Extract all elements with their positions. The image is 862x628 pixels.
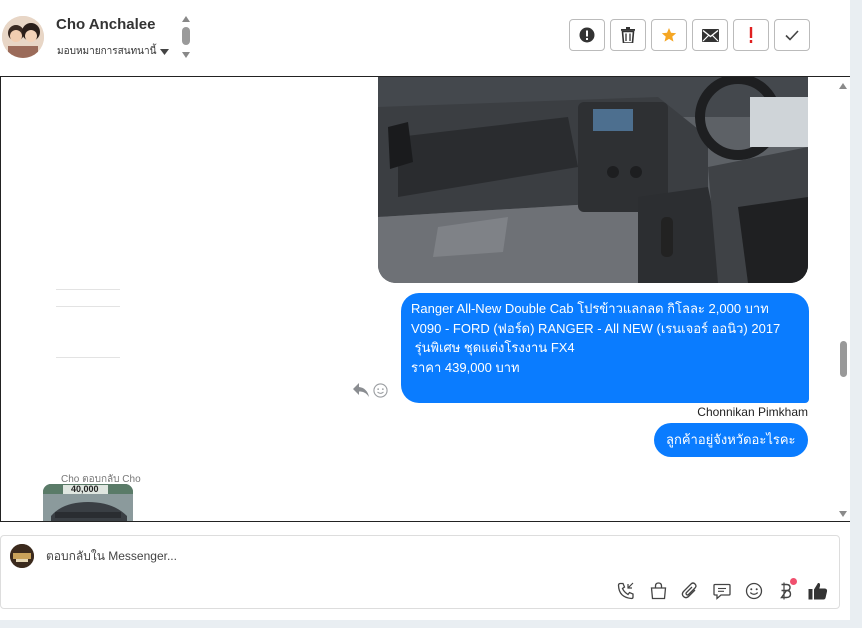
caret-down-icon <box>160 48 170 55</box>
action-toolbar <box>569 19 810 51</box>
sender-name: Chonnikan Pimkham <box>697 405 808 419</box>
contact-avatar[interactable] <box>2 16 44 58</box>
shop-icon <box>650 582 666 600</box>
reply-icon[interactable] <box>353 383 369 397</box>
message-thread[interactable]: Ranger All-New Double Cab โปรข้าวแลกลด ก… <box>0 76 850 522</box>
delete-button[interactable] <box>610 19 646 51</box>
message-line: รุ่นพิเศษ ชุดแต่งโรงงาน FX4 <box>411 340 575 355</box>
outgoing-message-province[interactable]: ลูกค้าอยู่จังหวัดอะไรคะ <box>654 423 808 457</box>
assign-dropdown[interactable]: มอบหมายการสนทนานี้ <box>57 44 170 59</box>
alert-button[interactable] <box>569 19 605 51</box>
message-line: ราคา 439,000 บาท <box>411 359 520 375</box>
assign-label: มอบหมายการสนทนานี้ <box>57 46 157 57</box>
shop-button[interactable] <box>647 580 669 602</box>
emoji-icon <box>745 582 763 600</box>
divider <box>56 357 120 358</box>
conversation-panel: Cho Anchalee มอบหมายการสนทนานี้ Ranger A… <box>0 0 850 620</box>
attach-icon <box>681 582 697 599</box>
like-button[interactable] <box>807 580 829 602</box>
thread-scrollbar[interactable] <box>836 77 850 521</box>
baht-icon <box>780 582 792 600</box>
thumbnail-price: 40,000 <box>71 484 99 494</box>
reply-composer <box>0 535 840 609</box>
mail-icon <box>701 28 719 42</box>
react-emoji-icon[interactable] <box>373 383 388 398</box>
car-interior-photo[interactable] <box>378 77 808 283</box>
page-avatar <box>10 544 34 568</box>
divider <box>56 289 120 290</box>
star-icon <box>661 28 677 42</box>
quick-reply-button[interactable] <box>711 580 733 602</box>
contact-name[interactable]: Cho Anchalee <box>56 16 155 33</box>
trash-icon <box>621 27 635 43</box>
outgoing-message-car-offer[interactable]: Ranger All-New Double Cab โปรข้าวแลกลด ก… <box>401 293 809 403</box>
flag-important-button[interactable] <box>733 19 769 51</box>
exclamation-icon <box>749 27 753 43</box>
call-icon <box>617 582 634 600</box>
star-button[interactable] <box>651 19 687 51</box>
divider <box>56 306 120 307</box>
message-text: ลูกค้าอยู่จังหวัดอะไรคะ <box>666 432 796 448</box>
payment-button[interactable] <box>775 578 797 602</box>
call-button[interactable] <box>615 580 637 602</box>
reply-input[interactable] <box>46 549 546 563</box>
header-scroll-control[interactable] <box>180 14 192 60</box>
notification-dot <box>790 578 797 585</box>
message-actions <box>353 383 388 398</box>
alert-icon <box>579 27 595 43</box>
mail-button[interactable] <box>692 19 728 51</box>
replied-image-thumbnail[interactable]: 40,000 <box>43 484 133 521</box>
composer-toolbar <box>615 578 829 602</box>
message-line: V090 - FORD (ฟอร์ด) RANGER - All NEW (เร… <box>411 320 781 336</box>
like-icon <box>808 582 828 600</box>
quick-reply-icon <box>713 583 731 600</box>
conversation-header: Cho Anchalee มอบหมายการสนทนานี้ <box>0 0 850 76</box>
message-line: Ranger All-New Double Cab โปรข้าวแลกลด ก… <box>411 301 769 316</box>
done-button[interactable] <box>774 19 810 51</box>
check-icon <box>785 29 799 41</box>
emoji-button[interactable] <box>743 580 765 602</box>
attach-button[interactable] <box>679 580 701 602</box>
